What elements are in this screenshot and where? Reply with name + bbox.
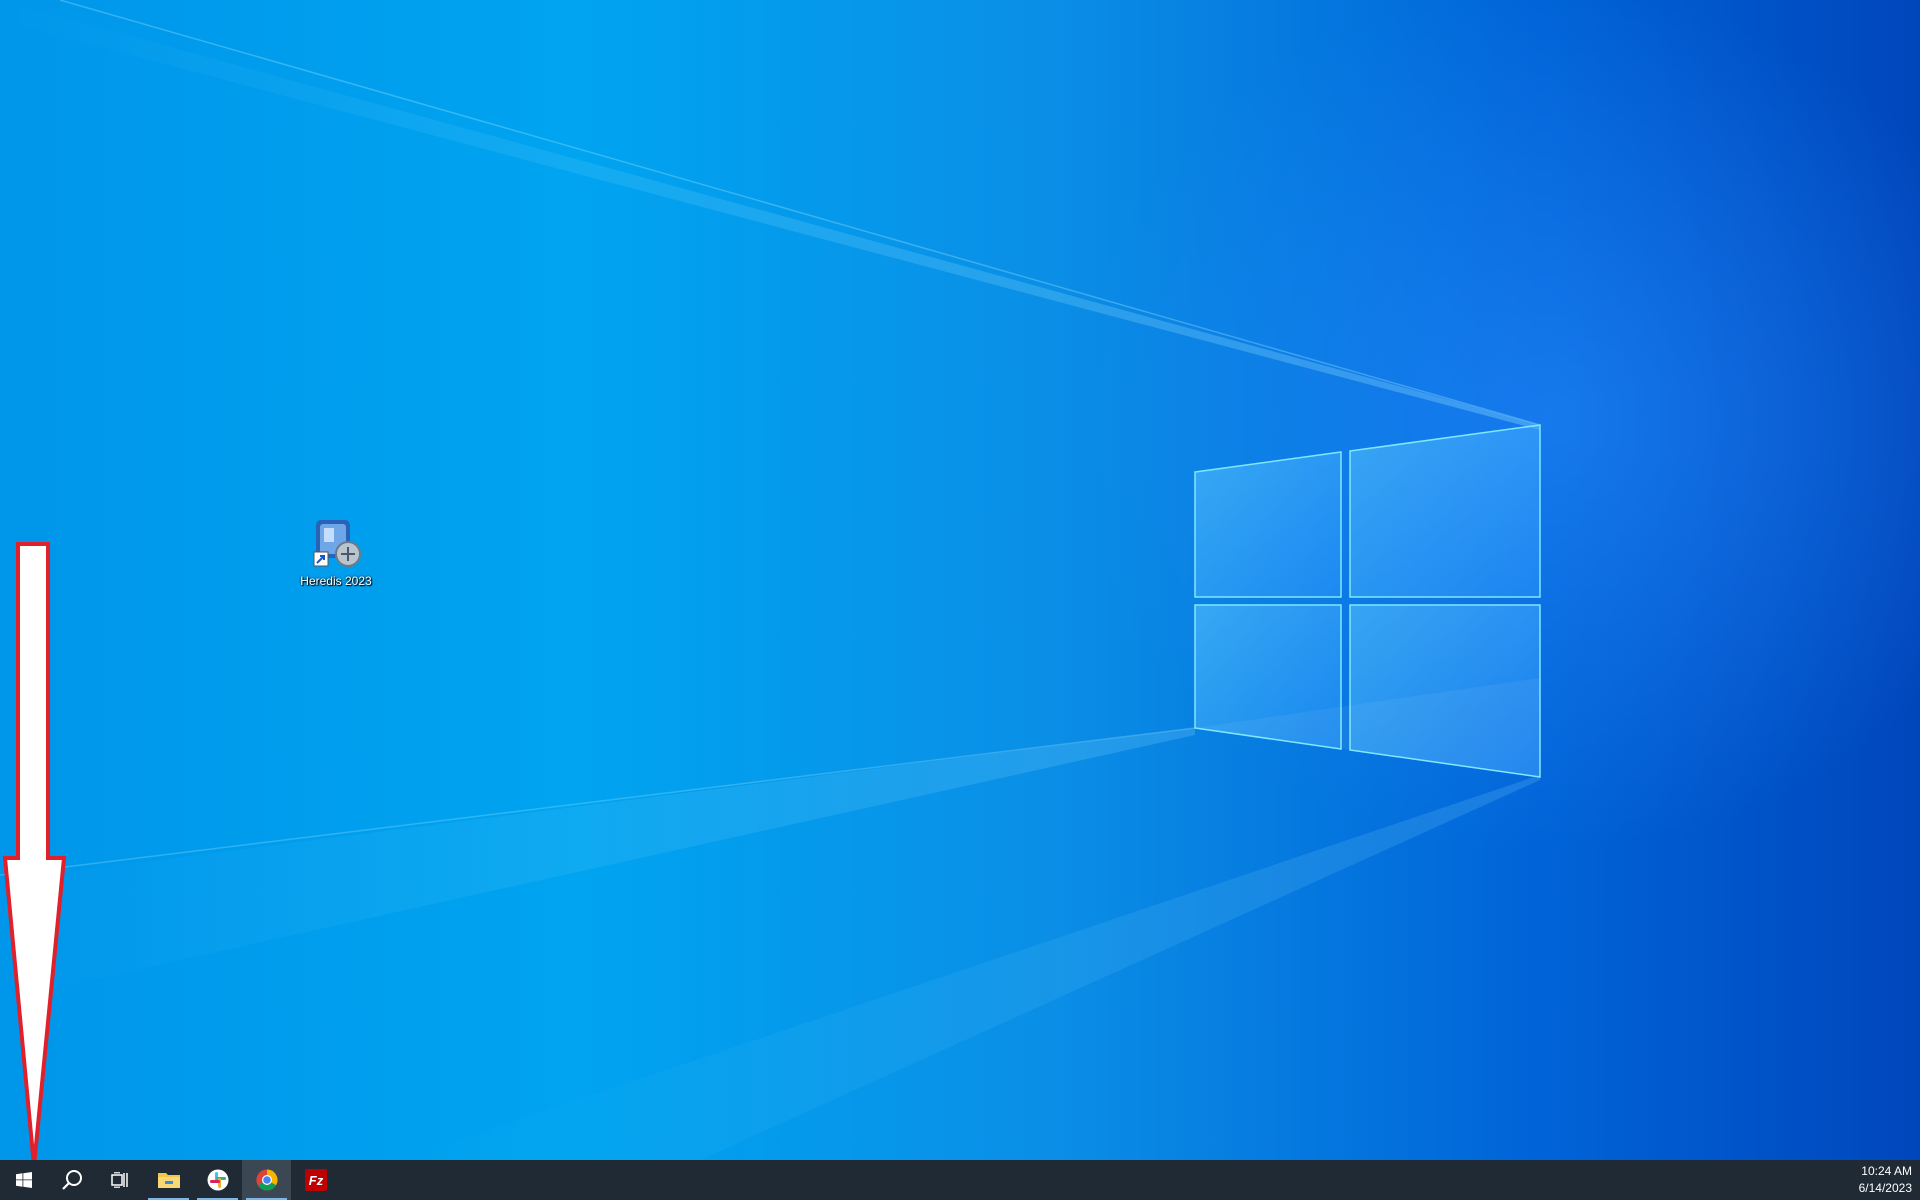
- desktop-shortcut-heredis[interactable]: Heredis 2023: [296, 518, 376, 588]
- task-view-icon: [111, 1172, 128, 1188]
- search-button[interactable]: [48, 1160, 96, 1200]
- wallpaper-windows-logo: [1194, 424, 1541, 778]
- folder-icon: [157, 1173, 180, 1188]
- chrome-icon: [255, 1169, 278, 1191]
- taskbar-app-filezilla[interactable]: Fz: [291, 1160, 340, 1200]
- slack-icon: [207, 1169, 228, 1191]
- taskbar: Fz 10:24 AM 6/14/2023: [0, 1160, 1920, 1200]
- heredis-app-icon: [308, 518, 364, 572]
- task-view-button[interactable]: [96, 1160, 144, 1200]
- taskbar-app-file-explorer[interactable]: [144, 1160, 193, 1200]
- svg-text:Fz: Fz: [308, 1173, 323, 1188]
- desktop-shortcut-label: Heredis 2023: [300, 574, 372, 588]
- filezilla-icon: Fz: [304, 1169, 327, 1191]
- desktop[interactable]: Heredis 2023: [0, 0, 1920, 1160]
- wallpaper: [0, 0, 1541, 1160]
- taskbar-app-google-chrome[interactable]: [242, 1160, 291, 1200]
- system-clock[interactable]: 10:24 AM 6/14/2023: [1832, 1160, 1912, 1200]
- annotation-arrow-down: [2, 542, 67, 1160]
- clock-date: 6/14/2023: [1858, 1181, 1912, 1195]
- windows-logo-icon: [16, 1172, 32, 1188]
- search-icon: [62, 1170, 82, 1190]
- taskbar-app-slack[interactable]: [193, 1160, 242, 1200]
- clock-time: 10:24 AM: [1861, 1164, 1912, 1178]
- start-button[interactable]: [0, 1160, 48, 1200]
